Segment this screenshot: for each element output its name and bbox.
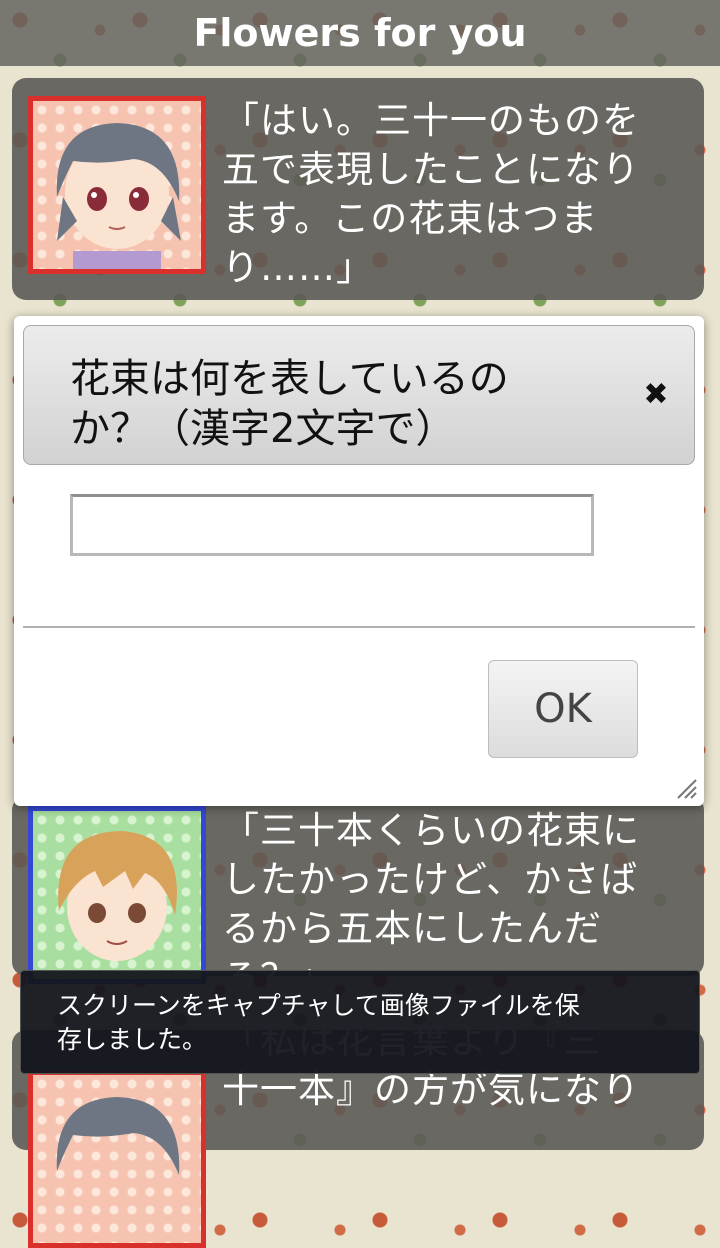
screenshot-toast: スクリーンをキャプチャして画像ファイルを保 存しました。 [20, 970, 700, 1074]
message-text: 「はい。三十一のものを 五で表現したことになり ます。この花束はつま り……」 [222, 99, 640, 289]
app-title: Flowers for you [0, 0, 720, 66]
answer-input[interactable] [70, 494, 594, 556]
avatar-girl [28, 1070, 206, 1248]
message-row-boy: 「三十本くらいの花束に したかったけど、かさば るから五本にしたんだ ろ？」 [12, 796, 704, 999]
answer-dialog: 花束は何を表しているの か？（漢字2文字で） ✖ OK [14, 316, 704, 806]
message-row-girl: 「はい。三十一のものを 五で表現したことになり ます。この花束はつま り……」 [12, 78, 704, 300]
resize-grip-icon[interactable] [676, 778, 698, 800]
avatar-boy [28, 806, 206, 984]
close-icon[interactable]: ✖ [638, 376, 674, 412]
dialog-title: 花束は何を表しているの か？（漢字2文字で） [70, 356, 509, 452]
ok-button[interactable]: OK [488, 660, 638, 758]
dialog-header: 花束は何を表しているの か？（漢字2文字で） ✖ [23, 325, 695, 465]
dialog-divider [23, 626, 695, 628]
avatar-girl [28, 96, 206, 274]
